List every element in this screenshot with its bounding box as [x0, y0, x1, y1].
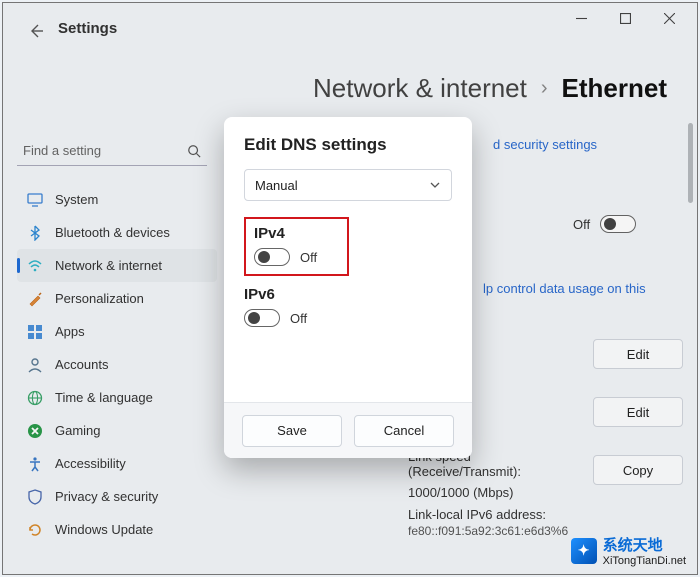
back-button[interactable]	[28, 23, 44, 39]
sidebar: System Bluetooth & devices Network & int…	[17, 183, 217, 546]
accessibility-icon	[27, 456, 43, 472]
window-controls	[571, 3, 697, 33]
dialog-footer: Save Cancel	[224, 402, 472, 458]
sidebar-item-apps[interactable]: Apps	[17, 315, 217, 348]
sidebar-item-label: Gaming	[55, 423, 101, 438]
chevron-right-icon: ›	[541, 77, 548, 100]
metered-toggle-row: Off	[573, 215, 636, 233]
breadcrumb: Network & internet › Ethernet	[313, 73, 667, 104]
save-button[interactable]: Save	[242, 415, 342, 447]
maximize-button[interactable]	[615, 8, 635, 28]
toggle-switch[interactable]	[600, 215, 636, 233]
copy-button[interactable]: Copy	[593, 455, 683, 485]
dns-mode-dropdown[interactable]: Manual	[244, 169, 452, 201]
sidebar-item-label: Windows Update	[55, 522, 153, 537]
watermark: ✦ 系统天地 XiTongTianDi.net	[571, 534, 686, 567]
close-button[interactable]	[659, 8, 679, 28]
edit-button[interactable]: Edit	[593, 339, 683, 369]
sidebar-item-label: Network & internet	[55, 258, 162, 273]
security-link-fragment[interactable]: d security settings	[493, 137, 597, 152]
sidebar-item-label: Privacy & security	[55, 489, 158, 504]
sidebar-item-label: Accounts	[55, 357, 108, 372]
ipv6-toggle[interactable]	[244, 309, 280, 327]
sidebar-item-privacy[interactable]: Privacy & security	[17, 480, 217, 513]
sidebar-item-update[interactable]: Windows Update	[17, 513, 217, 546]
sidebar-item-label: Personalization	[55, 291, 144, 306]
gaming-icon	[27, 423, 43, 439]
sidebar-item-accounts[interactable]: Accounts	[17, 348, 217, 381]
cancel-button[interactable]: Cancel	[354, 415, 454, 447]
sidebar-item-label: Accessibility	[55, 456, 126, 471]
search-placeholder: Find a setting	[23, 143, 187, 158]
ipv4-highlight-box: IPv4 Off	[244, 217, 349, 276]
globe-icon	[27, 390, 43, 406]
display-icon	[27, 192, 43, 208]
link-speed-value: 1000/1000 (Mbps)	[408, 485, 514, 500]
link-local-ipv6-label: Link-local IPv6 address:	[408, 507, 546, 522]
user-icon	[27, 357, 43, 373]
ipv4-toggle[interactable]	[254, 248, 290, 266]
app-title: Settings	[58, 20, 117, 37]
sidebar-item-gaming[interactable]: Gaming	[17, 414, 217, 447]
shield-icon	[27, 489, 43, 505]
paint-icon	[27, 291, 43, 307]
wifi-icon	[27, 258, 43, 274]
search-icon	[187, 144, 201, 158]
minimize-button[interactable]	[571, 8, 591, 28]
ipv4-state: Off	[300, 250, 317, 265]
watermark-text: 系统天地	[603, 534, 686, 555]
sidebar-item-time[interactable]: Time & language	[17, 381, 217, 414]
breadcrumb-current: Ethernet	[562, 73, 667, 104]
ipv6-title: IPv6	[244, 286, 452, 303]
watermark-logo-icon: ✦	[571, 538, 597, 564]
sidebar-item-label: System	[55, 192, 98, 207]
edit-dns-dialog: Edit DNS settings Manual IPv4 Off IPv6 O…	[224, 117, 472, 458]
toggle-label: Off	[573, 217, 590, 232]
data-usage-text-fragment: lp control data usage on this	[483, 281, 646, 296]
ipv4-title: IPv4	[254, 225, 339, 242]
search-input[interactable]: Find a setting	[17, 136, 207, 166]
sidebar-item-label: Time & language	[55, 390, 153, 405]
sidebar-item-label: Apps	[55, 324, 85, 339]
ipv6-state: Off	[290, 311, 307, 326]
chevron-down-icon	[429, 179, 441, 191]
sidebar-item-personalization[interactable]: Personalization	[17, 282, 217, 315]
breadcrumb-parent[interactable]: Network & internet	[313, 73, 527, 104]
apps-icon	[27, 324, 43, 340]
edit-button[interactable]: Edit	[593, 397, 683, 427]
dropdown-value: Manual	[255, 178, 298, 193]
scrollbar-thumb[interactable]	[688, 123, 693, 203]
sidebar-item-accessibility[interactable]: Accessibility	[17, 447, 217, 480]
bluetooth-icon	[27, 225, 43, 241]
link-local-ipv6-value: fe80::f091:5a92:3c61:e6d3%6	[408, 524, 568, 538]
watermark-domain: XiTongTianDi.net	[603, 555, 686, 567]
sidebar-item-system[interactable]: System	[17, 183, 217, 216]
sidebar-item-bluetooth[interactable]: Bluetooth & devices	[17, 216, 217, 249]
sidebar-item-network[interactable]: Network & internet	[17, 249, 217, 282]
dialog-title: Edit DNS settings	[244, 135, 452, 155]
sidebar-item-label: Bluetooth & devices	[55, 225, 170, 240]
update-icon	[27, 522, 43, 538]
